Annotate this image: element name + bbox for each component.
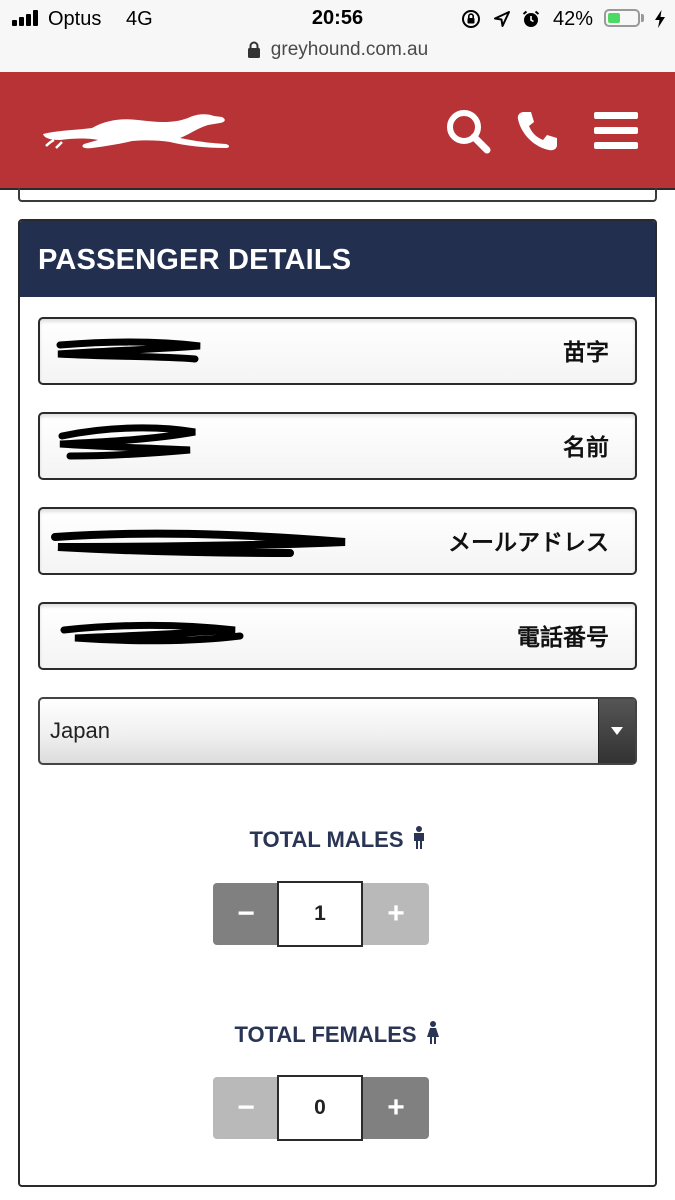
- site-header: [0, 72, 675, 190]
- previous-section-panel: [18, 188, 657, 202]
- surname-value[interactable]: [50, 319, 350, 383]
- total-females-text: TOTAL FEMALES: [234, 1022, 417, 1047]
- search-icon: [447, 110, 491, 154]
- males-decrement-button[interactable]: −: [213, 883, 279, 945]
- battery-percent: 42%: [553, 8, 594, 30]
- redaction-scribble: [56, 338, 201, 363]
- location-arrow-icon: [494, 11, 510, 27]
- females-increment-button[interactable]: +: [363, 1077, 429, 1139]
- orientation-lock-icon: [462, 10, 480, 28]
- battery-level: [608, 13, 620, 23]
- menu-button[interactable]: [591, 106, 641, 156]
- redaction-scribble: [60, 622, 244, 645]
- surname-label: 苗字: [563, 339, 609, 365]
- females-stepper: − 0 +: [213, 1075, 429, 1141]
- hamburger-menu-icon: [594, 112, 638, 149]
- males-stepper: − 1 +: [213, 881, 429, 947]
- males-increment-button[interactable]: +: [363, 883, 429, 945]
- panel-title: PASSENGER DETAILS: [20, 221, 655, 297]
- redaction-scribble: [51, 529, 346, 557]
- greyhound-logo[interactable]: [40, 108, 235, 154]
- url-text[interactable]: greyhound.com.au: [271, 39, 428, 61]
- status-bar: Optus 4G 20:56 42%: [0, 0, 675, 38]
- phone-field[interactable]: 電話番号: [38, 602, 637, 670]
- phone-button[interactable]: [512, 106, 562, 156]
- first-name-field[interactable]: 名前: [38, 412, 637, 480]
- first-name-label: 名前: [563, 434, 609, 460]
- passenger-details-panel: PASSENGER DETAILS 苗字 名前 メールアドレス 電話番号 Jap…: [18, 219, 657, 1187]
- total-males-text: TOTAL MALES: [249, 827, 404, 852]
- email-label: メールアドレス: [448, 529, 609, 555]
- country-select[interactable]: Japan: [38, 697, 637, 765]
- total-males-label: TOTAL MALES: [20, 826, 655, 853]
- charging-bolt-icon: [655, 10, 665, 28]
- phone-label: 電話番号: [517, 624, 609, 650]
- battery-icon: [604, 9, 640, 27]
- males-count[interactable]: 1: [277, 881, 363, 947]
- battery-cap: [641, 14, 644, 22]
- female-person-icon: [426, 1021, 439, 1044]
- surname-field[interactable]: 苗字: [38, 317, 637, 385]
- total-females-label: TOTAL FEMALES: [20, 1021, 655, 1048]
- females-decrement-button[interactable]: −: [213, 1077, 279, 1139]
- email-value[interactable]: [50, 509, 350, 573]
- country-selected-value: Japan: [50, 718, 110, 743]
- male-person-icon: [413, 826, 424, 849]
- redaction-scribble: [58, 424, 196, 460]
- dropdown-arrow-icon: [611, 727, 623, 735]
- phone-value[interactable]: [50, 604, 350, 668]
- browser-url-bar[interactable]: greyhound.com.au: [0, 38, 675, 72]
- first-name-value[interactable]: [50, 414, 350, 478]
- alarm-icon: [522, 10, 540, 27]
- females-count[interactable]: 0: [277, 1075, 363, 1141]
- email-field[interactable]: メールアドレス: [38, 507, 637, 575]
- search-button[interactable]: [443, 106, 493, 156]
- country-dropdown-button[interactable]: [598, 699, 635, 763]
- lock-icon: [247, 41, 260, 58]
- phone-icon: [517, 112, 557, 151]
